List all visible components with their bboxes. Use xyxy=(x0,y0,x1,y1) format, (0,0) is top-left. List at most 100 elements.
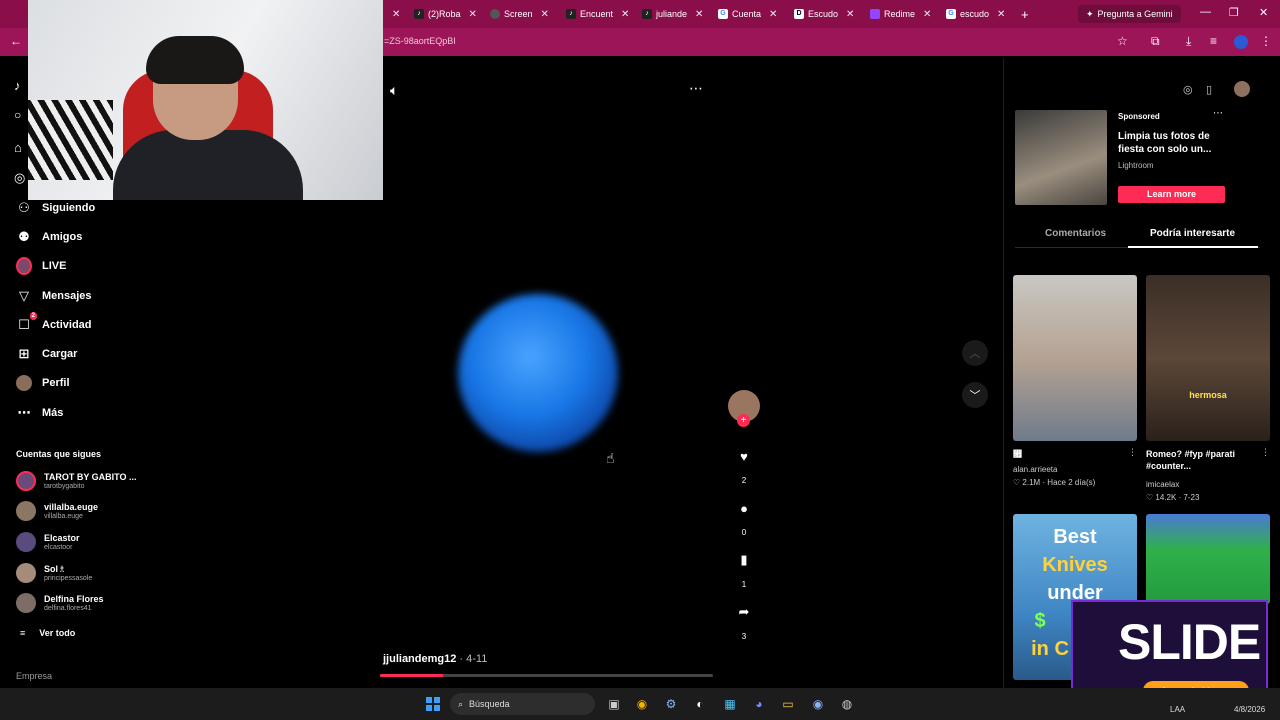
user-avatar[interactable] xyxy=(1234,81,1250,97)
explore-icon[interactable]: ◎ xyxy=(14,170,25,186)
gemini-button[interactable]: ✦ Pregunta a Gemini xyxy=(1078,5,1181,23)
sidebar-item-live[interactable]: LIVE xyxy=(16,257,66,275)
chrome-icon[interactable]: ◉ xyxy=(634,696,650,712)
close-icon[interactable]: ✕ xyxy=(541,9,549,20)
learn-more-button[interactable]: Learn more xyxy=(1118,186,1225,203)
account-item[interactable]: villalba.euge villalba.euge xyxy=(16,501,98,521)
video-options-icon[interactable]: ⋯ xyxy=(689,80,703,97)
sidebar-item-messages[interactable]: ▽ Mensajes xyxy=(16,288,92,304)
browser-tab-4[interactable]: ♪ juliande ✕ xyxy=(642,4,703,24)
sidebar-item-activity[interactable]: ☐ 2 Actividad xyxy=(16,312,92,333)
mouse-cursor-icon: ☝ xyxy=(606,450,615,466)
browser-tab-2[interactable]: Screen ✕ xyxy=(490,4,549,24)
video-thumbnail[interactable]: hermosa xyxy=(1146,275,1270,441)
browser-tab-6[interactable]: D Escudo ✕ xyxy=(794,4,854,24)
taskbar-date[interactable]: 4/8/2026 xyxy=(1234,705,1265,714)
upload-icon: ⊞ xyxy=(18,346,30,361)
follow-plus-icon[interactable]: + xyxy=(737,414,750,427)
close-icon[interactable]: ✕ xyxy=(469,9,477,20)
window-close-button[interactable]: ✕ xyxy=(1259,6,1268,19)
video-progress-bar[interactable] xyxy=(380,674,713,677)
sidebar-item-upload[interactable]: ⊞ Cargar xyxy=(16,346,78,362)
task-view-icon[interactable]: ▣ xyxy=(606,696,622,712)
previous-video-button[interactable]: ︿ xyxy=(962,340,988,366)
browser-tab-5[interactable]: G Cuenta ✕ xyxy=(718,4,777,24)
profile-avatar-icon[interactable] xyxy=(1234,35,1248,49)
settings-icon[interactable]: ⚙ xyxy=(663,696,679,712)
bookmark-star-icon[interactable]: ☆ xyxy=(1117,34,1128,48)
reading-list-icon[interactable]: ≡ xyxy=(1210,34,1217,48)
browser-tab-8[interactable]: Gescudo ✕ xyxy=(946,4,1005,24)
video-user[interactable]: imicaelax xyxy=(1146,480,1179,489)
tiktok-logo-icon[interactable]: ♪ xyxy=(14,78,21,93)
video-title[interactable]: Romeo? #fyp #parati #counter... xyxy=(1146,448,1258,472)
browser-tab-3[interactable]: ♪ Encuent ✕ xyxy=(566,4,629,24)
browser-tab-7[interactable]: Redime ✕ xyxy=(870,4,931,24)
live-icon xyxy=(16,257,32,275)
ad-title: Limpia tus fotos de fiesta con solo un..… xyxy=(1118,131,1212,155)
see-all-link[interactable]: ≡ Ver todo xyxy=(20,628,75,638)
account-item[interactable]: Sol♗ principessasole xyxy=(16,563,92,583)
video-thumbnail[interactable] xyxy=(1146,514,1270,604)
browser-tab-1[interactable]: ♪ (2)Roba ✕ xyxy=(414,4,477,24)
extensions-icon[interactable]: ⧉ xyxy=(1151,34,1160,49)
avatar xyxy=(16,532,36,552)
home-icon[interactable]: ⌂ xyxy=(14,140,22,155)
discord-icon[interactable]: ◕ xyxy=(751,696,767,712)
tab-close-0[interactable]: ✕ xyxy=(388,4,400,24)
next-video-button[interactable]: ﹀ xyxy=(962,382,988,408)
account-item[interactable]: Delfina Flores delfina.flores41 xyxy=(16,593,104,613)
calculator-icon[interactable]: ▦ xyxy=(722,696,738,712)
compass-icon[interactable]: ◎ xyxy=(1183,83,1193,96)
like-icon[interactable]: ♥ xyxy=(731,443,757,469)
video-thumbnail[interactable] xyxy=(1013,275,1137,441)
close-icon[interactable]: ✕ xyxy=(997,9,1005,20)
bookmark-icon[interactable]: ▮ xyxy=(731,547,757,573)
sidebar-item-following[interactable]: ⚇ Siguiendo xyxy=(16,200,95,216)
tab-suggested[interactable]: Podría interesarte xyxy=(1150,228,1235,239)
language-indicator[interactable]: LAA xyxy=(1170,705,1185,714)
new-tab-button[interactable]: + xyxy=(1021,4,1029,24)
video-title[interactable]: ⷟ xyxy=(1013,448,1022,460)
google-icon: G xyxy=(946,9,956,19)
ad-more-icon[interactable]: ⋯ xyxy=(1213,108,1223,119)
menu-dots-icon[interactable]: ⋮ xyxy=(1260,34,1272,48)
close-icon[interactable]: ✕ xyxy=(923,9,931,20)
more-options-icon[interactable]: ⋮ xyxy=(1128,447,1137,458)
download-icon[interactable]: ⤓ xyxy=(1186,34,1191,49)
back-icon[interactable]: ← xyxy=(10,34,22,48)
video-stats: ♡ 2.1M · Hace 2 día(s) xyxy=(1013,478,1096,487)
close-icon[interactable]: ✕ xyxy=(846,9,854,20)
file-explorer-icon[interactable]: ▭ xyxy=(780,696,796,712)
minimize-button[interactable]: — xyxy=(1200,6,1211,18)
search-icon[interactable]: ○ xyxy=(14,108,21,122)
activity-icon: ☐ 2 xyxy=(18,312,37,332)
tab-comments[interactable]: Comentarios xyxy=(1045,228,1106,239)
ad-thumbnail[interactable] xyxy=(1015,110,1107,205)
close-icon[interactable]: ✕ xyxy=(392,9,400,20)
share-icon[interactable]: ➦ xyxy=(731,599,757,625)
account-item[interactable]: Elcastor elcastoor xyxy=(16,532,80,552)
close-icon[interactable]: ✕ xyxy=(769,9,777,20)
device-icon[interactable]: ▯ xyxy=(1206,83,1212,96)
chrome-active-icon[interactable]: ◉ xyxy=(810,696,826,712)
video-author[interactable]: jjuliandemg12 · 4-11 xyxy=(383,653,487,665)
close-icon[interactable]: ✕ xyxy=(621,9,629,20)
close-icon[interactable]: ✕ xyxy=(695,9,703,20)
taskbar-search[interactable]: ⌕ Búsqueda xyxy=(450,693,595,715)
url-text[interactable]: =ZS-98aortEQpBI xyxy=(384,36,456,46)
sidebar-item-profile[interactable]: Perfil xyxy=(16,375,70,391)
maximize-button[interactable]: ❐ xyxy=(1229,6,1239,19)
comment-icon[interactable]: ● xyxy=(731,495,757,521)
video-user[interactable]: alan.arrieeta xyxy=(1013,465,1057,474)
volume-icon[interactable]: 🔈︎ xyxy=(390,82,398,99)
account-item[interactable]: TAROT BY GABITO ... tarotbygabito xyxy=(16,471,137,491)
windows-start-icon[interactable] xyxy=(426,697,440,711)
app-icon[interactable]: ◐ xyxy=(692,696,708,712)
active-tab-indicator xyxy=(1128,246,1258,248)
company-link[interactable]: Empresa xyxy=(16,671,52,681)
app-icon[interactable]: ◍ xyxy=(839,696,855,712)
more-options-icon[interactable]: ⋮ xyxy=(1261,447,1270,458)
sidebar-item-friends[interactable]: ⚉ Amigos xyxy=(16,229,82,245)
sidebar-item-more[interactable]: ⋯ Más xyxy=(16,405,64,421)
